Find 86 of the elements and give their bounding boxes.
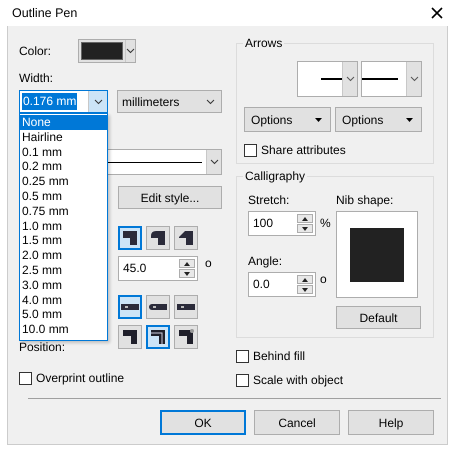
width-option[interactable]: 0.75 mm (20, 204, 107, 219)
width-label: Width: (19, 71, 54, 85)
up-arrow-icon (302, 278, 308, 282)
width-option[interactable]: 3.0 mm (20, 278, 107, 293)
corner-icon (178, 329, 194, 345)
up-arrow-icon (184, 262, 190, 266)
down-arrow-icon (302, 288, 308, 292)
width-option[interactable]: 0.2 mm (20, 159, 107, 174)
checkbox-label: Scale with object (253, 373, 344, 387)
degree-unit: o (320, 272, 327, 286)
stretch-spinner[interactable]: 100 (248, 211, 316, 236)
default-button[interactable]: Default (336, 306, 421, 329)
caret-down-icon (406, 118, 413, 122)
caret-down-icon (315, 118, 322, 122)
width-option[interactable]: 2.0 mm (20, 248, 107, 263)
nib-shape-icon (350, 228, 404, 282)
chevron-down-icon (126, 48, 135, 54)
checkbox-label: Share attributes (261, 143, 346, 157)
options-button[interactable]: Options (244, 107, 331, 132)
chevron-down-icon (410, 76, 418, 82)
line-cap-button[interactable] (118, 295, 142, 319)
width-option[interactable]: 1.5 mm (20, 233, 107, 248)
line-cap-button[interactable] (174, 295, 198, 319)
chevron-down-icon (206, 98, 215, 104)
width-option[interactable]: 0.1 mm (20, 144, 107, 160)
edit-style-button[interactable]: Edit style... (118, 186, 222, 209)
units-combo[interactable]: millimeters (117, 90, 222, 113)
chevron-down-icon (210, 159, 218, 165)
corner-icon (150, 329, 166, 345)
width-option[interactable]: 10.0 mm (20, 322, 107, 337)
checkbox-label: Behind fill (253, 349, 306, 363)
line-preview (321, 78, 342, 80)
checkbox-label: Overprint outline (36, 371, 124, 385)
corner-icon (122, 230, 138, 246)
miter-limit-spinner[interactable]: 45.0 (118, 256, 198, 281)
position-button[interactable] (146, 325, 170, 349)
angle-spinner[interactable]: 0.0 (248, 272, 316, 297)
corner-icon (150, 230, 166, 246)
width-option[interactable]: 0.5 mm (20, 188, 107, 204)
chevron-down-icon (346, 76, 354, 82)
checkbox[interactable] (244, 144, 257, 156)
corner-button[interactable] (174, 226, 198, 250)
corner-icon (178, 230, 194, 246)
stretch-label: Stretch: (248, 193, 290, 207)
start-arrow-combo[interactable] (297, 61, 358, 97)
checkbox[interactable] (19, 372, 32, 384)
width-combo[interactable]: 0.176 mm (19, 90, 108, 113)
nib-shape-label: Nib shape: (336, 193, 394, 207)
width-option[interactable]: Hairline (20, 130, 107, 145)
line-cap-icon (121, 302, 139, 312)
chevron-down-icon (94, 98, 102, 104)
percent-unit: % (320, 216, 331, 230)
end-arrow-combo[interactable] (361, 61, 422, 97)
line-cap-button[interactable] (146, 295, 170, 319)
dialog-button[interactable]: Cancel (254, 410, 340, 435)
width-option[interactable]: 0.25 mm (20, 174, 107, 189)
group-title: Arrows (243, 36, 284, 50)
angle-label: Angle: (248, 254, 284, 268)
corner-icon (122, 329, 138, 345)
checkbox[interactable] (236, 374, 249, 386)
width-option[interactable]: 2.5 mm (20, 262, 107, 278)
line-cap-icon (177, 302, 195, 312)
corner-button[interactable] (146, 226, 170, 250)
up-arrow-icon (302, 216, 308, 220)
close-icon[interactable] (431, 7, 443, 19)
dialog-button[interactable]: OK (160, 410, 246, 435)
dialog-button[interactable]: Help (348, 410, 434, 435)
width-option[interactable]: 5.0 mm (20, 307, 107, 322)
position-button[interactable] (118, 325, 142, 349)
line-cap-icon (149, 302, 167, 312)
color-label: Color: (19, 44, 52, 58)
color-picker[interactable] (78, 39, 136, 63)
window-title: Outline Pen (12, 6, 78, 20)
width-option[interactable]: 4.0 mm (20, 292, 107, 308)
group-title: Calligraphy (243, 169, 308, 183)
options-button[interactable]: Options (335, 107, 422, 132)
position-label: Position: (19, 340, 66, 354)
width-option[interactable]: 1.0 mm (20, 218, 107, 234)
position-button[interactable] (174, 325, 198, 349)
down-arrow-icon (184, 272, 190, 276)
down-arrow-icon (302, 226, 308, 230)
line-preview (362, 78, 398, 80)
degree-unit: o (205, 256, 212, 270)
width-option[interactable]: None (20, 115, 107, 130)
corner-button[interactable] (118, 226, 142, 250)
checkbox[interactable] (236, 350, 249, 362)
